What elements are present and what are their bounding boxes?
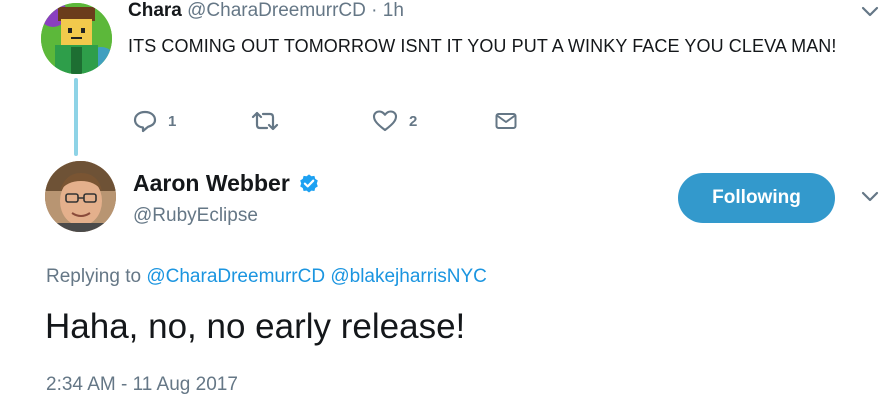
chevron-down-icon[interactable]: [860, 190, 880, 204]
like-button[interactable]: 2: [371, 108, 417, 134]
retweet-button[interactable]: [250, 108, 280, 134]
reply-button[interactable]: 1: [132, 108, 176, 134]
reply-icon: [133, 110, 157, 133]
replying-to-mention[interactable]: @CharaDreemurrCD: [146, 266, 325, 287]
parent-tweet-text: ITS COMING OUT TOMORROW ISNT IT YOU PUT …: [128, 36, 837, 56]
parent-author-name[interactable]: Chara: [128, 0, 182, 21]
chevron-down-icon[interactable]: [860, 5, 880, 19]
parent-avatar[interactable]: [41, 3, 112, 74]
parent-tweet-time[interactable]: 1h: [383, 0, 404, 21]
main-tweet-text: Haha, no, no early release!: [45, 307, 466, 346]
retweet-icon: [251, 111, 279, 131]
replying-to-line: Replying to @CharaDreemurrCD @blakejharr…: [46, 266, 487, 288]
main-author-avatar[interactable]: [45, 161, 116, 232]
replying-to-mention[interactable]: @blakejharrisNYC: [330, 266, 487, 287]
thread-connector-line: [74, 78, 78, 156]
parent-separator: ·: [371, 0, 378, 21]
parent-tweet-header: Chara @CharaDreemurrCD · 1h: [128, 0, 404, 22]
main-author-name-row: Aaron Webber: [133, 170, 320, 197]
verified-badge-icon: [299, 173, 318, 193]
envelope-icon: [495, 113, 517, 129]
tweet-timestamp[interactable]: 2:34 AM - 11 Aug 2017: [46, 374, 238, 396]
heart-icon: [372, 110, 398, 132]
replying-to-label: Replying to: [46, 266, 142, 287]
like-count: 2: [409, 112, 418, 130]
main-author-handle[interactable]: @RubyEclipse: [133, 205, 258, 227]
reply-count: 1: [168, 112, 177, 130]
following-button[interactable]: Following: [678, 173, 835, 223]
main-author-name[interactable]: Aaron Webber: [133, 170, 290, 197]
direct-message-button[interactable]: [494, 108, 518, 134]
parent-author-handle[interactable]: @CharaDreemurrCD: [187, 0, 366, 21]
